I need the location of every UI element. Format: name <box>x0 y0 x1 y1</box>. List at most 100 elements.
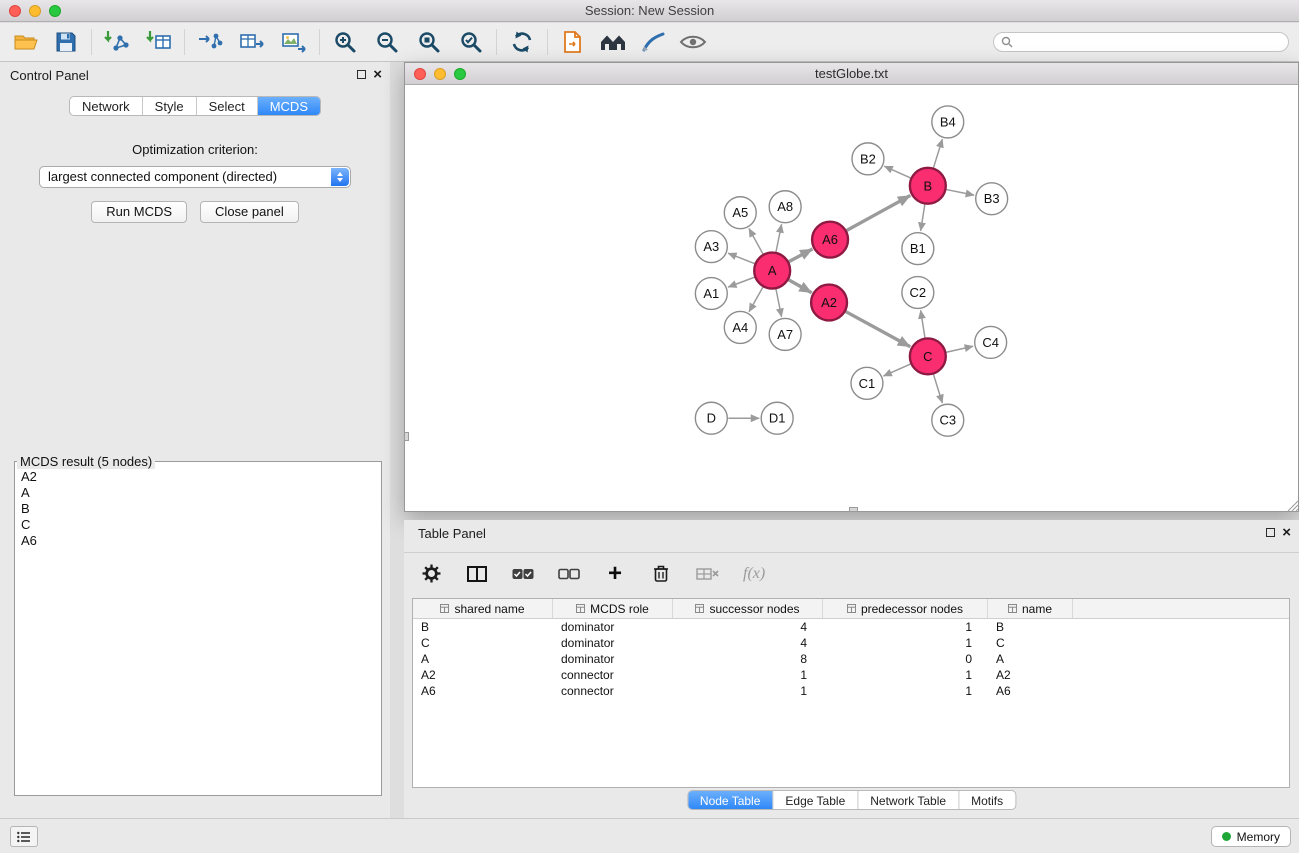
float-panel-icon[interactable] <box>357 70 366 79</box>
table-cell[interactable]: 1 <box>823 635 988 651</box>
run-mcds-button[interactable]: Run MCDS <box>91 201 187 223</box>
table-cell[interactable]: connector <box>553 667 673 683</box>
edge-C-C4[interactable] <box>946 346 973 352</box>
node-C[interactable]: C <box>910 338 946 374</box>
function-builder-button[interactable]: f(x) <box>743 562 765 586</box>
node-A6[interactable]: A6 <box>812 222 848 258</box>
node-A3[interactable]: A3 <box>695 231 727 263</box>
table-cell[interactable]: B <box>988 619 1073 635</box>
edge-C-C1[interactable] <box>883 364 910 376</box>
table-row[interactable]: Cdominator41C <box>413 635 1289 651</box>
mcds-result-item[interactable]: A6 <box>15 533 381 549</box>
node-C4[interactable]: C4 <box>975 326 1007 358</box>
delete-column-button[interactable] <box>650 562 672 586</box>
splitter-handle[interactable] <box>404 432 409 441</box>
network-zoom-button[interactable] <box>454 68 466 80</box>
table-cell[interactable]: 1 <box>823 667 988 683</box>
zoom-in-button[interactable] <box>329 26 361 58</box>
memory-button[interactable]: Memory <box>1211 826 1291 847</box>
node-B[interactable]: B <box>910 168 946 204</box>
table-tab-edge-table[interactable]: Edge Table <box>772 791 857 809</box>
search-box[interactable] <box>993 32 1289 52</box>
table-row[interactable]: Adominator80A <box>413 651 1289 667</box>
column-header-successor-nodes[interactable]: successor nodes <box>673 599 823 618</box>
node-A7[interactable]: A7 <box>769 318 801 350</box>
close-panel-button[interactable]: Close panel <box>200 201 299 223</box>
column-header-MCDS-role[interactable]: MCDS role <box>553 599 673 618</box>
node-C1[interactable]: C1 <box>851 367 883 399</box>
save-session-button[interactable] <box>50 26 82 58</box>
tab-mcds[interactable]: MCDS <box>257 97 320 115</box>
table-cell[interactable]: A2 <box>988 667 1073 683</box>
table-cell[interactable]: A6 <box>988 683 1073 699</box>
edge-C-C2[interactable] <box>921 310 925 337</box>
open-session-button[interactable] <box>10 26 42 58</box>
zoom-out-button[interactable] <box>371 26 403 58</box>
style-brush-button[interactable] <box>637 26 669 58</box>
panel-list-button[interactable] <box>10 826 38 847</box>
node-A2[interactable]: A2 <box>811 285 847 321</box>
window-zoom-button[interactable] <box>49 5 61 17</box>
mcds-result-item[interactable]: B <box>15 501 381 517</box>
edge-A-A5[interactable] <box>749 228 763 254</box>
window-minimize-button[interactable] <box>29 5 41 17</box>
table-cell[interactable]: A6 <box>413 683 553 699</box>
column-header-predecessor-nodes[interactable]: predecessor nodes <box>823 599 988 618</box>
network-graph[interactable]: B4B2BB3A5A8A6B1A3AC2A1A2A4A7C4CC1C3DD1 <box>405 86 1298 511</box>
node-D1[interactable]: D1 <box>761 402 793 434</box>
network-minimize-button[interactable] <box>434 68 446 80</box>
float-table-panel-icon[interactable] <box>1266 528 1275 537</box>
node-A8[interactable]: A8 <box>769 191 801 223</box>
table-cell[interactable]: dominator <box>553 651 673 667</box>
zoom-selected-button[interactable] <box>455 26 487 58</box>
mcds-result-item[interactable]: A <box>15 485 381 501</box>
table-row[interactable]: A6connector11A6 <box>413 683 1289 699</box>
edge-B-B2[interactable] <box>884 166 910 178</box>
table-cell[interactable]: C <box>988 635 1073 651</box>
edge-A-A7[interactable] <box>776 289 782 317</box>
edge-A-A1[interactable] <box>728 277 754 287</box>
delete-table-button[interactable] <box>696 562 719 586</box>
column-header-shared-name[interactable]: shared name <box>413 599 553 618</box>
table-cell[interactable]: 8 <box>673 651 823 667</box>
edge-A-A3[interactable] <box>728 253 754 263</box>
edge-A-A2[interactable] <box>789 280 812 293</box>
table-cell[interactable]: A <box>988 651 1073 667</box>
table-cell[interactable]: B <box>413 619 553 635</box>
tab-style[interactable]: Style <box>142 97 196 115</box>
search-input[interactable] <box>1013 35 1288 49</box>
table-cell[interactable]: 1 <box>823 683 988 699</box>
table-cell[interactable]: 1 <box>823 619 988 635</box>
tab-network[interactable]: Network <box>70 97 142 115</box>
table-cell[interactable]: 1 <box>673 667 823 683</box>
mcds-result-item[interactable]: A2 <box>15 469 381 485</box>
edge-A-A6[interactable] <box>789 249 813 262</box>
home-button[interactable] <box>597 26 629 58</box>
document-button[interactable] <box>557 26 589 58</box>
eye-button[interactable] <box>677 26 709 58</box>
show-columns-button[interactable] <box>466 562 488 586</box>
node-B2[interactable]: B2 <box>852 143 884 175</box>
edge-B-B4[interactable] <box>934 139 943 168</box>
table-tab-network-table[interactable]: Network Table <box>857 791 958 809</box>
export-table-button[interactable] <box>236 26 268 58</box>
edge-A2-C[interactable] <box>846 312 911 347</box>
import-table-button[interactable] <box>143 26 175 58</box>
table-cell[interactable]: 4 <box>673 635 823 651</box>
table-tab-motifs[interactable]: Motifs <box>958 791 1015 809</box>
table-cell[interactable]: C <box>413 635 553 651</box>
table-cell[interactable]: A <box>413 651 553 667</box>
node-B1[interactable]: B1 <box>902 233 934 265</box>
deselect-all-button[interactable] <box>558 562 580 586</box>
table-cell[interactable]: A2 <box>413 667 553 683</box>
node-A4[interactable]: A4 <box>724 311 756 343</box>
table-row[interactable]: Bdominator41B <box>413 619 1289 635</box>
node-C3[interactable]: C3 <box>932 404 964 436</box>
table-cell[interactable]: 4 <box>673 619 823 635</box>
table-tab-node-table[interactable]: Node Table <box>688 791 773 809</box>
add-column-button[interactable]: + <box>604 562 626 586</box>
node-A1[interactable]: A1 <box>695 278 727 310</box>
export-image-button[interactable] <box>278 26 310 58</box>
edge-B-B3[interactable] <box>946 190 974 196</box>
node-A[interactable]: A <box>754 253 790 289</box>
